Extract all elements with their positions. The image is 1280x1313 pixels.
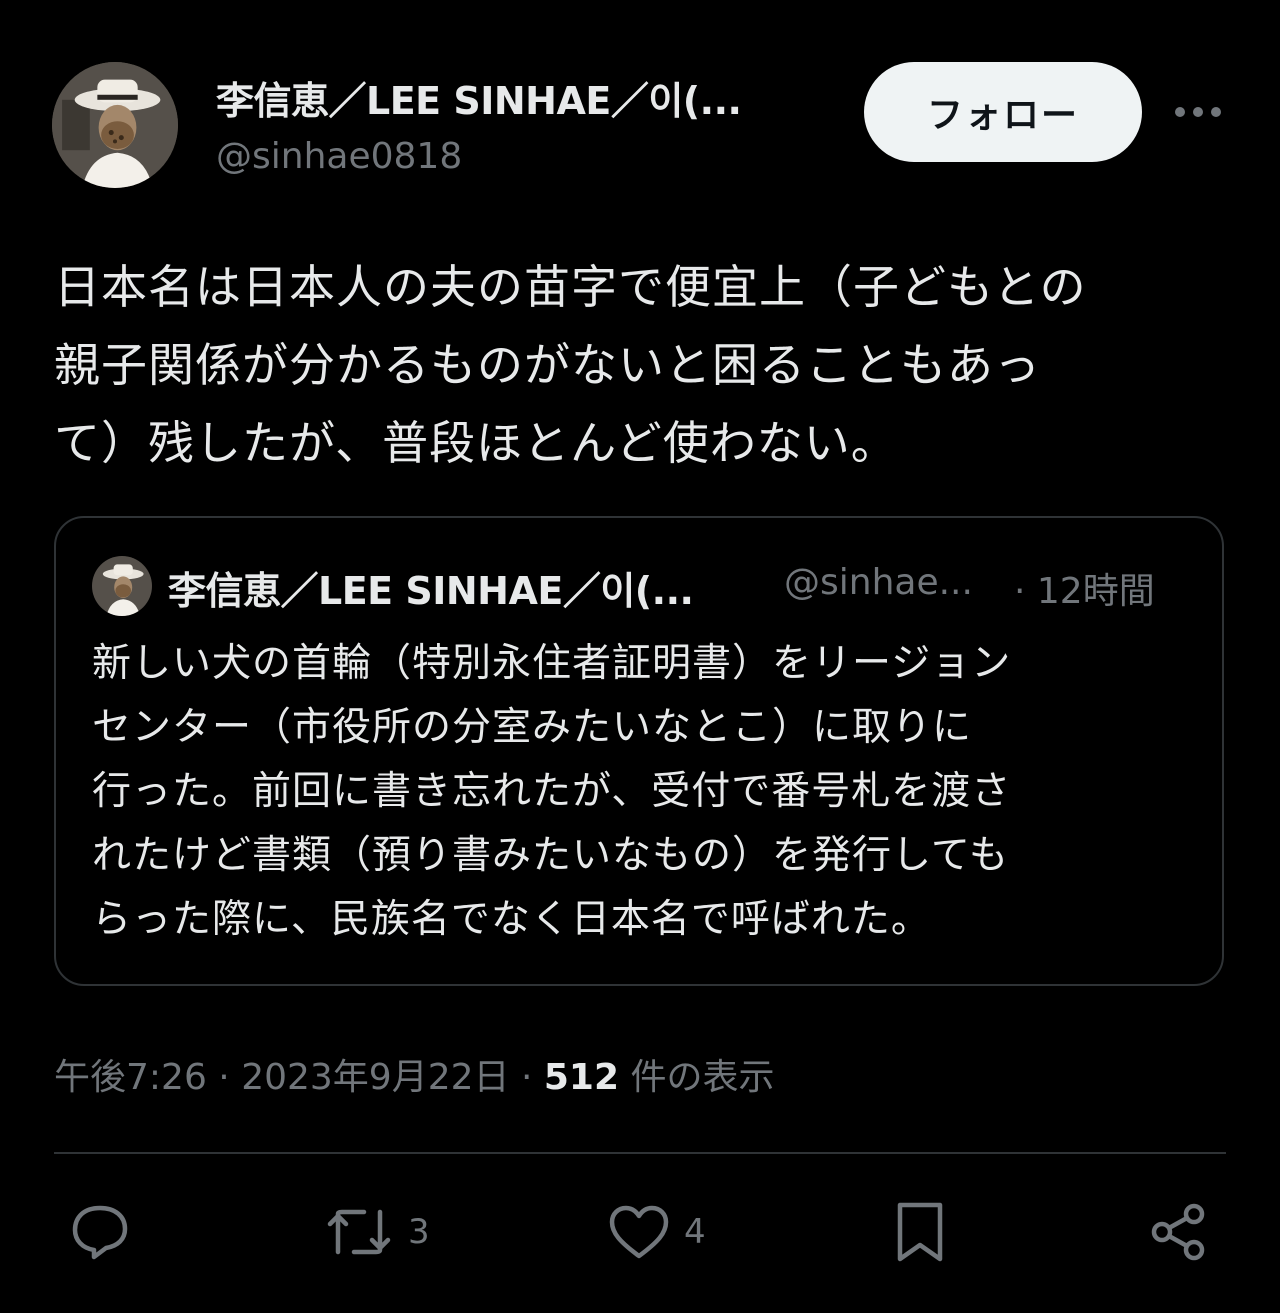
tweet-text-line: 日本名は日本人の夫の苗字で便宜上（子どもとの	[54, 260, 1087, 314]
tweet-text-line: 親子関係が分かるものがないと困ることもあっ	[54, 338, 1041, 392]
tweet-time[interactable]: 午後7:26	[54, 1057, 207, 1098]
quoted-tweet-text-line: 行った。前回に書き忘れたが、受付で番号札を渡さ	[92, 769, 1012, 814]
retweet-icon	[327, 1209, 391, 1255]
more-horizontal-icon[interactable]	[1170, 88, 1226, 136]
like-count: 4	[684, 1212, 706, 1252]
bookmark-icon	[897, 1202, 943, 1262]
heart-icon	[609, 1205, 669, 1259]
share-icon	[1151, 1203, 1205, 1261]
retweet-count: 3	[408, 1212, 430, 1252]
tweet-text: 日本名は日本人の夫の苗字で便宜上（子どもとの 親子関係が分かるものがないと困るこ…	[54, 248, 1244, 482]
quoted-tweet-text-line: れたけど書類（預り書みたいなもの）を発行しても	[92, 833, 1009, 878]
avatar-image	[52, 62, 178, 188]
like-button[interactable]: 4	[608, 1196, 706, 1268]
tweet-date[interactable]: 2023年9月22日	[241, 1057, 509, 1098]
divider	[54, 1152, 1226, 1154]
display-name[interactable]: 李信恵／LEE SINHAE／이(...	[216, 70, 816, 125]
bookmark-button[interactable]	[894, 1196, 946, 1268]
follow-button[interactable]: フォロー	[864, 62, 1142, 162]
tweet-meta: 午後7:26 · 2023年9月22日 · 512 件の表示	[54, 1048, 774, 1100]
views-label: 件の表示	[619, 1057, 775, 1098]
tweet-text-line: て）残したが、普段ほとんど使わない。	[54, 416, 898, 470]
quoted-tweet-avatar	[92, 556, 152, 616]
quoted-tweet-text-line: らった際に、民族名でなく日本名で呼ばれた。	[92, 897, 931, 942]
quoted-tweet-text-line: センター（市役所の分室みたいなとこ）に取りに	[92, 705, 973, 750]
quoted-tweet-time: · 12時間	[1014, 571, 1155, 612]
quoted-tweet-text: 新しい犬の首輪（特別永住者証明書）をリージョン センター（市役所の分室みたいなと…	[92, 632, 1202, 952]
reply-icon	[72, 1205, 128, 1260]
quoted-tweet-display-name: 李信恵／LEE SINHAE／이(...	[168, 569, 694, 613]
follow-button-label: フォロー	[926, 95, 1079, 136]
share-button[interactable]	[1150, 1196, 1208, 1268]
views-count: 512	[543, 1057, 620, 1098]
quoted-tweet-text-line: 新しい犬の首輪（特別永住者証明書）をリージョン	[92, 641, 1012, 686]
meta-separator: ·	[509, 1057, 544, 1098]
meta-separator: ·	[206, 1057, 242, 1098]
retweet-button[interactable]: 3	[324, 1196, 430, 1268]
quoted-tweet-handle: @sinhae...	[784, 562, 973, 603]
avatar[interactable]	[52, 62, 178, 188]
reply-button[interactable]	[70, 1196, 130, 1268]
user-handle[interactable]: @sinhae0818	[216, 136, 462, 177]
